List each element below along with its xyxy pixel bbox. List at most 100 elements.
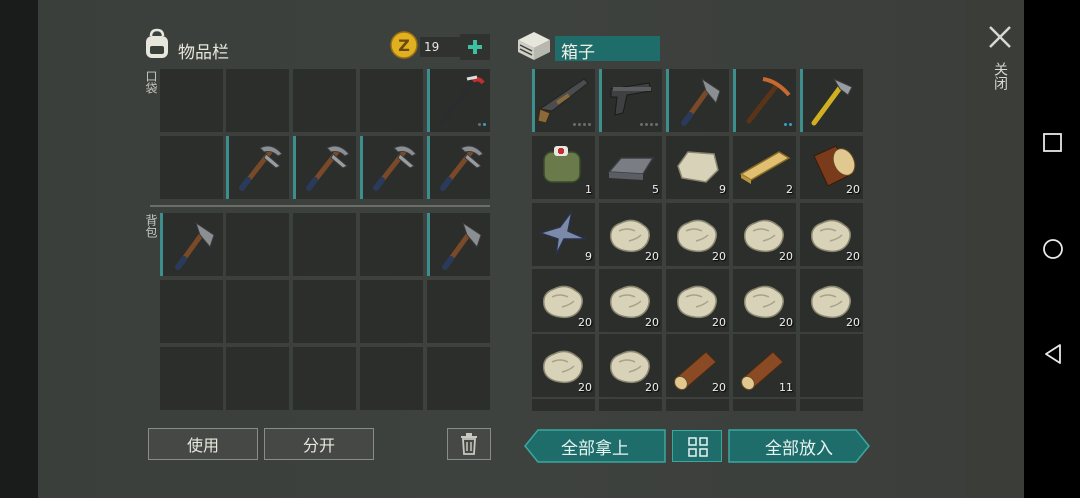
backpack-slot[interactable] xyxy=(160,280,223,343)
sort-button[interactable] xyxy=(672,430,722,462)
box-slot[interactable]: 20 xyxy=(599,269,662,332)
box-slot[interactable]: 5 xyxy=(599,136,662,199)
box-icon xyxy=(516,30,552,62)
pocket-slot[interactable] xyxy=(293,69,356,132)
item-count: 1 xyxy=(585,183,592,196)
box-slot[interactable] xyxy=(599,399,662,411)
item-count: 20 xyxy=(578,381,592,394)
plus-icon xyxy=(468,40,482,54)
backpack-slot[interactable] xyxy=(226,280,289,343)
box-slot[interactable] xyxy=(532,399,595,411)
box-slot[interactable] xyxy=(800,69,863,132)
item-count: 2 xyxy=(786,183,793,196)
box-slot[interactable]: 20 xyxy=(800,269,863,332)
box-slot[interactable] xyxy=(666,69,729,132)
box-slot[interactable] xyxy=(800,334,863,397)
use-button[interactable]: 使用 xyxy=(148,428,258,460)
box-slot[interactable]: 2 xyxy=(733,136,796,199)
item-count: 20 xyxy=(712,381,726,394)
pickaxe-icon xyxy=(293,136,356,199)
box-slot[interactable] xyxy=(666,399,729,411)
backpack-slot[interactable] xyxy=(427,347,490,410)
box-slot[interactable]: 20 xyxy=(666,269,729,332)
box-slot[interactable]: 20 xyxy=(532,334,595,397)
hatchet-icon xyxy=(160,213,223,276)
box-slot[interactable]: 20 xyxy=(733,203,796,266)
backpack-slot[interactable] xyxy=(226,347,289,410)
pocket-label: 口袋 xyxy=(144,70,158,94)
put-all-label: 全部放入 xyxy=(765,438,833,459)
pocket-slot[interactable] xyxy=(427,136,490,199)
box-slot[interactable]: 9 xyxy=(666,136,729,199)
take-all-button[interactable]: 全部拿上 xyxy=(524,429,666,463)
box-slot[interactable] xyxy=(800,399,863,411)
box-title-text: 箱子 xyxy=(561,43,595,63)
back-button[interactable] xyxy=(1042,342,1064,366)
recent-apps-button[interactable] xyxy=(1042,132,1064,154)
coin-count: 19 xyxy=(420,37,460,57)
split-button[interactable]: 分开 xyxy=(264,428,374,460)
box-slot[interactable]: 20 xyxy=(800,136,863,199)
inventory-title: 物品栏 xyxy=(178,43,229,63)
backpack-label: 背包 xyxy=(144,214,158,238)
pocket-slot[interactable] xyxy=(160,69,223,132)
back-triangle-icon xyxy=(1045,344,1061,364)
box-slot[interactable]: 20 xyxy=(599,334,662,397)
box-slot[interactable]: 9 xyxy=(532,203,595,266)
box-slot[interactable] xyxy=(532,69,595,132)
backpack-slot[interactable] xyxy=(160,347,223,410)
box-slot[interactable]: 20 xyxy=(532,269,595,332)
pickaxe-icon xyxy=(427,136,490,199)
durability-dots xyxy=(784,123,792,126)
sort-grid-icon xyxy=(688,437,708,457)
durability-dots xyxy=(640,123,658,126)
backpack-slot[interactable] xyxy=(427,213,490,276)
box-slot[interactable] xyxy=(599,69,662,132)
backpack-slot[interactable] xyxy=(427,280,490,343)
close-button[interactable]: 关闭 xyxy=(985,22,1015,102)
item-count: 20 xyxy=(779,250,793,263)
backpack-slot[interactable] xyxy=(226,213,289,276)
backpack-slot[interactable] xyxy=(293,213,356,276)
backpack-slot[interactable] xyxy=(160,213,223,276)
trash-icon xyxy=(461,433,477,455)
put-all-button[interactable]: 全部放入 xyxy=(728,429,870,463)
home-button[interactable] xyxy=(1041,237,1065,261)
box-slot[interactable]: 1 xyxy=(532,136,595,199)
box-slot[interactable]: 20 xyxy=(666,334,729,397)
item-count: 20 xyxy=(578,316,592,329)
box-slot[interactable]: 11 xyxy=(733,334,796,397)
pocket-slot[interactable] xyxy=(360,69,423,132)
pocket-slot[interactable] xyxy=(427,69,490,132)
pocket-slot[interactable] xyxy=(160,136,223,199)
box-slot[interactable]: 20 xyxy=(599,203,662,266)
box-slot[interactable]: 20 xyxy=(800,203,863,266)
backpack-slot[interactable] xyxy=(293,347,356,410)
add-coins-button[interactable] xyxy=(460,34,490,60)
trash-button[interactable] xyxy=(447,428,491,460)
backpack-slot[interactable] xyxy=(360,347,423,410)
take-all-label: 全部拿上 xyxy=(561,438,629,459)
pocket-slot[interactable] xyxy=(226,69,289,132)
box-slot[interactable]: 20 xyxy=(733,269,796,332)
box-slot[interactable]: 20 xyxy=(666,203,729,266)
hatchet-icon xyxy=(666,69,729,132)
item-count: 20 xyxy=(645,381,659,394)
backpack-slot[interactable] xyxy=(293,280,356,343)
item-count: 9 xyxy=(585,250,592,263)
backpack-icon xyxy=(142,28,172,60)
item-count: 20 xyxy=(712,250,726,263)
hammer-icon xyxy=(811,77,853,126)
svg-text:Z: Z xyxy=(398,36,410,55)
item-count: 20 xyxy=(712,316,726,329)
item-count: 20 xyxy=(645,250,659,263)
pocket-slot[interactable] xyxy=(360,136,423,199)
pickaxe-icon xyxy=(360,136,423,199)
item-count: 20 xyxy=(846,250,860,263)
box-slot[interactable] xyxy=(733,69,796,132)
pocket-slot[interactable] xyxy=(293,136,356,199)
backpack-slot[interactable] xyxy=(360,213,423,276)
backpack-slot[interactable] xyxy=(360,280,423,343)
pocket-slot[interactable] xyxy=(226,136,289,199)
box-slot[interactable] xyxy=(733,399,796,411)
